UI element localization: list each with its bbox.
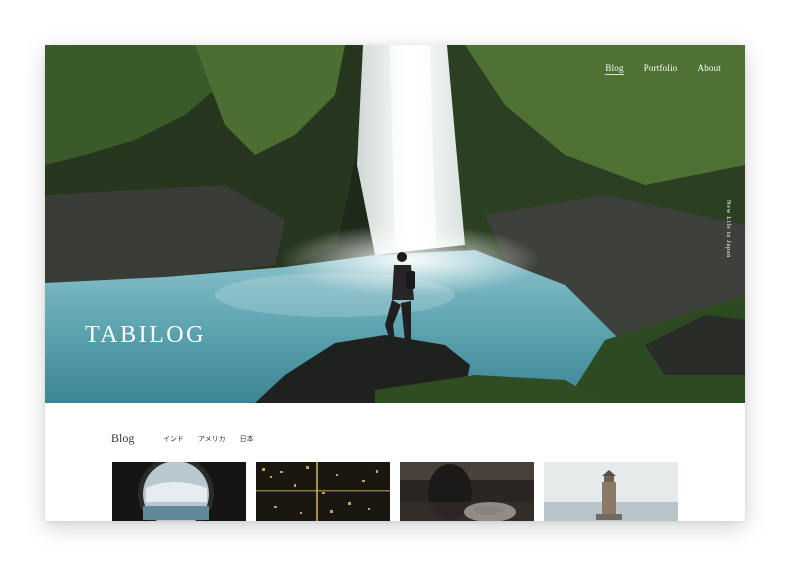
nav-about-link[interactable]: About [698,63,722,75]
blog-thumb-porthole[interactable] [112,462,246,521]
nav-portfolio-link[interactable]: Portfolio [644,63,678,75]
site-title[interactable]: TABILOG [85,322,206,349]
blog-thumb-lighthouse[interactable] [544,462,678,521]
tab-japan[interactable]: 日本 [240,434,254,444]
blog-thumb-cafe[interactable] [400,462,534,521]
hero-section: Blog Portfolio About New Life in Japan T… [45,45,745,403]
blog-thumbnails [112,462,678,521]
blog-category-tabs: インド アメリカ 日本 [163,434,254,444]
tab-america[interactable]: アメリカ [198,434,226,444]
tab-india[interactable]: インド [163,434,184,444]
hero-waterfall-image [45,45,745,403]
browser-frame: Blog Portfolio About New Life in Japan T… [45,45,745,521]
blog-section: Blog インド アメリカ 日本 [45,403,745,521]
nav-blog-link[interactable]: Blog [605,63,624,75]
vertical-tagline: New Life in Japan [725,200,732,259]
blog-thumb-city-night[interactable] [256,462,390,521]
main-nav: Blog Portfolio About [605,63,721,75]
blog-heading: Blog [111,431,135,445]
